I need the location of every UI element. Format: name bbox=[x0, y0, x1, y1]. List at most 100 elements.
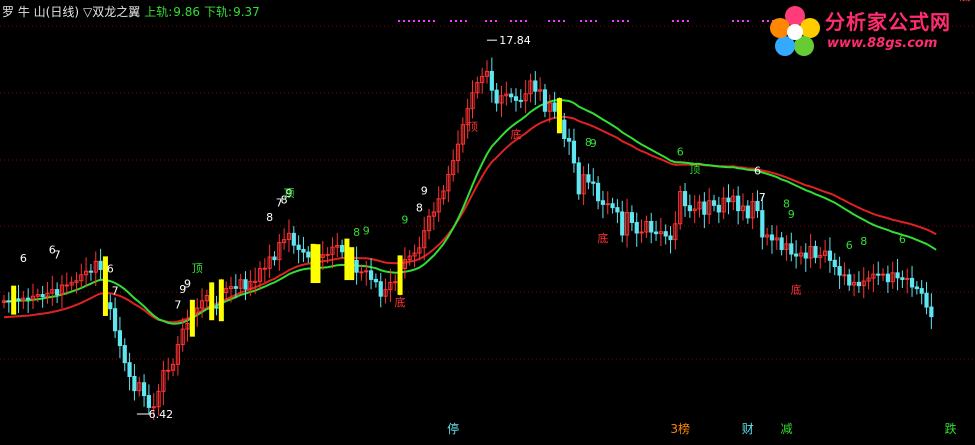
candle-body bbox=[924, 292, 929, 308]
candle-body bbox=[127, 362, 132, 377]
candle-body bbox=[112, 308, 118, 332]
candle-body bbox=[600, 200, 606, 205]
candle-body bbox=[373, 278, 379, 283]
candle-body bbox=[340, 245, 345, 253]
low-price-label: 6.42 bbox=[149, 408, 174, 421]
candle-body bbox=[518, 99, 523, 102]
candle-body bbox=[571, 140, 577, 164]
candle-body bbox=[779, 237, 784, 250]
candle-body bbox=[562, 119, 567, 140]
candle-body bbox=[905, 277, 910, 280]
signal-mark: 6 bbox=[107, 262, 114, 275]
stock-name: 罗 牛 山 bbox=[2, 5, 46, 19]
candle-body bbox=[789, 243, 794, 255]
candle-body bbox=[489, 70, 494, 91]
candle-body bbox=[576, 162, 581, 195]
candle-body bbox=[359, 271, 364, 274]
candlestick-chart[interactable]: 66767799顶8789顶899底89顶底89底6顶6789底68688底17… bbox=[0, 0, 975, 441]
signal-mark: 顶 bbox=[283, 187, 294, 200]
event-label: 3榜 bbox=[670, 421, 690, 436]
signal-mark: 6 bbox=[846, 239, 853, 252]
candle-body bbox=[306, 251, 311, 258]
signal-mark: 9 bbox=[363, 225, 370, 238]
candle-body bbox=[296, 244, 301, 250]
candle-body bbox=[837, 266, 842, 276]
signal-mark: 7 bbox=[759, 191, 766, 204]
candle-body bbox=[98, 260, 103, 271]
candle-body bbox=[736, 195, 741, 212]
signal-bar bbox=[556, 98, 562, 134]
candle-body bbox=[769, 234, 775, 241]
candle-body bbox=[16, 298, 21, 301]
candle-body bbox=[272, 256, 277, 261]
candle-body bbox=[711, 200, 717, 206]
candle-body bbox=[378, 281, 383, 297]
upper-band-value: 9.86 bbox=[173, 5, 201, 19]
candle-body bbox=[513, 96, 519, 101]
candle-body bbox=[533, 80, 538, 92]
event-label: 停 bbox=[447, 421, 459, 436]
candle-body bbox=[132, 375, 137, 392]
signal-mark: 底 bbox=[597, 231, 608, 245]
candle-body bbox=[301, 248, 306, 253]
candle-body bbox=[649, 220, 654, 233]
signal-mark: 9 bbox=[788, 208, 795, 221]
lower-band-label: 下轨: bbox=[204, 5, 233, 19]
high-price-label: 17.84 bbox=[499, 34, 531, 47]
signal-mark: 9 bbox=[401, 213, 408, 226]
candle-body bbox=[233, 286, 238, 289]
candle-body bbox=[663, 231, 668, 237]
watermark-logo: 分析家公式网 www.88gs.com bbox=[765, 0, 975, 62]
candle-body bbox=[108, 302, 113, 310]
candle-body bbox=[702, 201, 707, 215]
signal-mark: 9 bbox=[590, 137, 597, 150]
chart-header: 罗 牛 山(日线) ▽双龙之翼 上轨:9.86 下轨:9.37 bbox=[2, 3, 264, 20]
candle-body bbox=[552, 102, 557, 112]
signal-mark: 底 bbox=[510, 127, 521, 141]
event-label: 跌 bbox=[945, 421, 957, 436]
chart-root: 66767799顶8789顶899底89顶底89底6顶6789底68688底17… bbox=[0, 0, 975, 441]
flower-logo-icon bbox=[770, 6, 820, 56]
candle-body bbox=[494, 89, 499, 104]
candle-body bbox=[586, 174, 591, 183]
candle-body bbox=[368, 270, 374, 280]
signal-mark: 6 bbox=[20, 252, 27, 265]
candle-body bbox=[842, 274, 847, 277]
candle-body bbox=[567, 138, 572, 142]
candle-body bbox=[166, 369, 171, 372]
candle-body bbox=[26, 297, 31, 300]
candle-body bbox=[122, 345, 127, 364]
signal-bar bbox=[189, 299, 195, 337]
signal-mark: 6 bbox=[677, 145, 684, 158]
candle-body bbox=[847, 274, 852, 286]
signal-mark: 顶 bbox=[192, 262, 203, 275]
candle-body bbox=[914, 286, 919, 290]
candle-body bbox=[726, 197, 731, 203]
candle-body bbox=[876, 273, 881, 276]
signal-mark: 顶 bbox=[689, 163, 700, 176]
candle-body bbox=[595, 182, 601, 202]
logo-title: 分析家公式网 bbox=[825, 10, 951, 34]
signal-mark: 7 bbox=[112, 285, 119, 298]
signal-mark: 底 bbox=[791, 283, 802, 297]
candle-body bbox=[325, 253, 330, 256]
signal-bar bbox=[397, 255, 403, 295]
candle-body bbox=[760, 210, 765, 238]
lower-band-value: 9.37 bbox=[233, 5, 260, 19]
candle-body bbox=[55, 289, 60, 296]
candle-body bbox=[629, 212, 634, 223]
candle-body bbox=[900, 277, 905, 280]
event-label: 减 bbox=[780, 422, 792, 436]
candle-body bbox=[794, 253, 799, 257]
candle-body bbox=[354, 259, 359, 273]
upper-band-label: 上轨: bbox=[144, 5, 173, 19]
candle-body bbox=[880, 273, 886, 276]
signal-bar bbox=[310, 243, 316, 284]
signal-mark: 6 bbox=[899, 233, 906, 246]
signal-mark: 顶 bbox=[467, 120, 478, 133]
signal-mark: 9 bbox=[184, 277, 191, 290]
signal-mark: 底 bbox=[395, 295, 406, 309]
candle-body bbox=[668, 235, 673, 241]
candle-body bbox=[243, 279, 248, 290]
candle-body bbox=[64, 284, 69, 287]
